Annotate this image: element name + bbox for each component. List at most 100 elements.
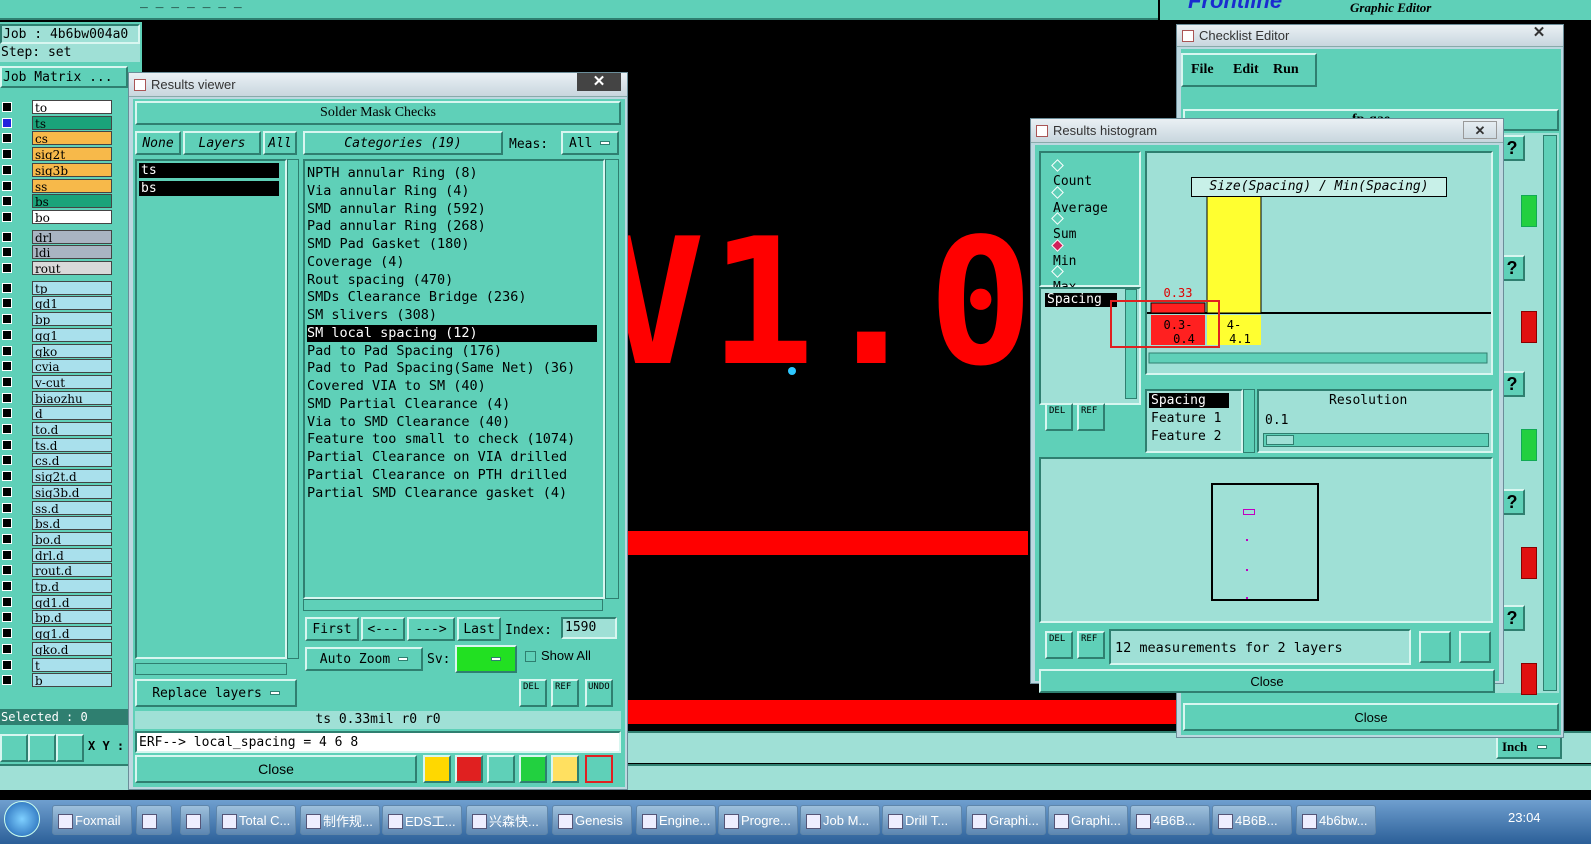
field-feature-1[interactable]: Feature 1 bbox=[1151, 411, 1221, 426]
layer-item[interactable]: cs.d bbox=[32, 453, 112, 468]
layer-checkbox[interactable] bbox=[2, 643, 12, 654]
taskbar-item[interactable]: 4B6B... bbox=[1212, 805, 1292, 835]
layer-item[interactable]: to bbox=[32, 100, 112, 114]
taskbar-item[interactable]: Drill T... bbox=[882, 805, 962, 835]
layer-item[interactable]: tp bbox=[32, 280, 112, 295]
layer-item[interactable]: gg1 bbox=[32, 327, 112, 342]
category-item[interactable]: Partial SMD Clearance gasket (4) bbox=[307, 485, 567, 502]
layer-item[interactable]: tp.d bbox=[32, 579, 112, 593]
show-all-checkbox[interactable] bbox=[525, 651, 536, 662]
radio-average[interactable]: Average bbox=[1051, 185, 1108, 216]
checklist-scrollbar[interactable] bbox=[1543, 135, 1557, 691]
taskbar-item[interactable]: Progre... bbox=[718, 805, 798, 835]
chart-bar[interactable] bbox=[1206, 190, 1262, 314]
layer-checkbox[interactable] bbox=[2, 231, 12, 242]
layer-item[interactable]: ss.d bbox=[32, 500, 112, 515]
layer-checkbox[interactable] bbox=[2, 408, 12, 419]
histogram-close-x[interactable]: ✕ bbox=[1463, 121, 1497, 139]
measure-icon[interactable] bbox=[28, 734, 56, 762]
layer-checkbox[interactable] bbox=[2, 455, 12, 466]
category-item[interactable]: NPTH annular Ring (8) bbox=[307, 165, 478, 182]
tool-icon-5[interactable] bbox=[551, 755, 579, 783]
layer-checkbox[interactable] bbox=[2, 471, 12, 482]
first-button[interactable]: First bbox=[305, 617, 359, 641]
radio-min[interactable]: Min bbox=[1051, 238, 1076, 269]
layer-item[interactable]: rout bbox=[32, 261, 112, 275]
taskbar-item[interactable] bbox=[180, 805, 210, 835]
layer-checkbox[interactable] bbox=[2, 247, 12, 258]
layer-item[interactable]: v-cut bbox=[32, 374, 112, 389]
category-item[interactable]: Rout spacing (470) bbox=[307, 272, 453, 289]
menu-file[interactable]: File bbox=[1191, 62, 1214, 78]
category-item[interactable]: SMDs Clearance Bridge (236) bbox=[307, 289, 526, 306]
prev-button[interactable]: <--- bbox=[361, 617, 405, 641]
field-feature-2[interactable]: Feature 2 bbox=[1151, 429, 1221, 444]
chart-hscroll[interactable] bbox=[1148, 352, 1488, 364]
viewer-close-x[interactable]: ✕ bbox=[577, 73, 621, 91]
layer-checkbox[interactable] bbox=[2, 439, 12, 450]
layer-item[interactable]: ts.d bbox=[32, 437, 112, 452]
tool-icon-1[interactable] bbox=[423, 755, 451, 783]
viewer-layer-item[interactable]: bs bbox=[139, 181, 279, 196]
fields-scrollbar[interactable] bbox=[1243, 389, 1255, 453]
histogram-list-item[interactable]: Spacing bbox=[1045, 293, 1117, 307]
start-button[interactable] bbox=[4, 801, 40, 837]
layer-item[interactable]: gko.d bbox=[32, 641, 112, 656]
layer-checkbox[interactable] bbox=[2, 298, 12, 309]
zoom-selected-icon[interactable] bbox=[1459, 631, 1491, 663]
taskbar-item[interactable]: Total C... bbox=[216, 805, 296, 835]
taskbar-item[interactable]: Genesis bbox=[552, 805, 632, 835]
layer-checkbox[interactable] bbox=[2, 314, 12, 325]
taskbar-item[interactable]: Engine... bbox=[636, 805, 716, 835]
taskbar-item[interactable]: Foxmail bbox=[52, 805, 132, 835]
layer-checkbox[interactable] bbox=[2, 164, 12, 175]
slider-thumb[interactable] bbox=[1266, 435, 1294, 445]
category-item[interactable]: Pad to Pad Spacing (176) bbox=[307, 343, 502, 360]
layer-checkbox[interactable] bbox=[2, 376, 12, 387]
categories-hscroll[interactable] bbox=[303, 599, 603, 611]
layer-checkbox[interactable] bbox=[2, 117, 12, 128]
layers-none-button[interactable]: None bbox=[135, 131, 181, 155]
category-item[interactable]: SM slivers (308) bbox=[307, 307, 437, 324]
grid-icon[interactable] bbox=[56, 734, 84, 762]
categories-scrollbar[interactable] bbox=[605, 159, 619, 599]
layer-item[interactable]: t bbox=[32, 657, 112, 672]
radio-sum[interactable]: Sum bbox=[1051, 212, 1076, 242]
layer-item[interactable]: cvia bbox=[32, 359, 112, 374]
layer-item[interactable]: gd1.d bbox=[32, 594, 112, 609]
category-item[interactable]: SMD Partial Clearance (4) bbox=[307, 396, 510, 413]
layer-checkbox[interactable] bbox=[2, 211, 12, 222]
category-item[interactable]: Partial Clearance on PTH drilled bbox=[307, 467, 567, 484]
replace-layers-selector[interactable]: Replace layers bbox=[135, 679, 297, 707]
layer-checkbox[interactable] bbox=[2, 486, 12, 497]
taskbar-item[interactable]: Job M... bbox=[800, 805, 880, 835]
taskbar-item[interactable]: 4B6B... bbox=[1130, 805, 1210, 835]
draw-line-icon[interactable] bbox=[0, 734, 28, 762]
field-spacing[interactable]: Spacing bbox=[1149, 393, 1229, 408]
category-item[interactable]: Via to SMD Clearance (40) bbox=[307, 414, 510, 431]
category-item[interactable]: Pad to Pad Spacing(Same Net) (36) bbox=[307, 360, 575, 377]
layer-item[interactable]: gd1 bbox=[32, 296, 112, 311]
categories-button[interactable]: Categories (19) bbox=[303, 131, 503, 155]
layer-item[interactable]: bo bbox=[32, 209, 112, 224]
tool-icon-2[interactable] bbox=[455, 755, 483, 783]
layer-item[interactable]: ss bbox=[32, 178, 112, 193]
index-input[interactable]: 1590 bbox=[561, 617, 617, 639]
layer-checkbox[interactable] bbox=[2, 612, 12, 623]
layer-item[interactable]: rout.d bbox=[32, 563, 112, 578]
layer-checkbox[interactable] bbox=[2, 502, 12, 513]
taskbar-item[interactable]: Graphi... bbox=[1048, 805, 1128, 835]
menu-run[interactable]: Run bbox=[1273, 62, 1299, 78]
taskbar-item[interactable]: 兴森快... bbox=[466, 805, 548, 835]
layer-item[interactable]: sig2t bbox=[32, 147, 112, 162]
layer-item[interactable]: bp bbox=[32, 312, 112, 327]
taskbar-item[interactable]: Graphi... bbox=[966, 805, 1046, 835]
radio-count[interactable]: Count bbox=[1051, 159, 1092, 189]
layer-checkbox[interactable] bbox=[2, 518, 12, 529]
layers-button[interactable]: Layers bbox=[183, 131, 261, 155]
layer-item[interactable]: ldi bbox=[32, 245, 112, 260]
layer-item[interactable]: drl.d bbox=[32, 547, 112, 562]
category-item[interactable]: Pad annular Ring (268) bbox=[307, 218, 486, 235]
last-button[interactable]: Last bbox=[457, 617, 501, 641]
layer-checkbox[interactable] bbox=[2, 565, 12, 576]
